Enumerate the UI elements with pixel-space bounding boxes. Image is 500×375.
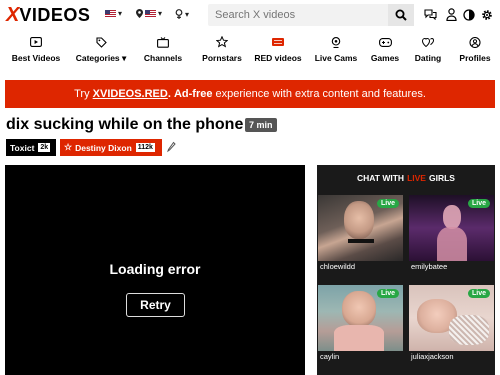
tag-icon	[95, 36, 107, 48]
nav-categories[interactable]: Categories ▾	[72, 34, 130, 68]
live-head-red: LIVE	[407, 173, 426, 183]
banner-pre: Try	[74, 88, 93, 100]
nav-label: Best Videos	[11, 53, 61, 63]
hearts-icon	[422, 36, 434, 48]
gamepad-icon	[378, 36, 392, 48]
banner-link[interactable]: XVIDEOS.RED	[93, 88, 168, 100]
live-badge: Live	[376, 289, 399, 298]
gender-selector[interactable]: ▾	[175, 9, 189, 19]
cam-name: caylin	[318, 351, 403, 363]
nav-pornstars[interactable]: Pornstars	[196, 34, 248, 68]
profiles-icon	[469, 36, 481, 48]
user-icon[interactable]	[445, 8, 458, 21]
banner-post: experience with extra content and featur…	[212, 88, 426, 100]
cam-name: emilybatee	[409, 261, 494, 273]
red-logo-icon	[272, 36, 284, 48]
nav-label: Live Cams	[314, 53, 358, 63]
nav-profiles[interactable]: Profiles	[450, 34, 500, 68]
cam-name: juliaxjackson	[409, 351, 494, 363]
webcam-icon	[331, 36, 341, 48]
main-nav: Best Videos Categories ▾ Channels Pornst…	[0, 34, 500, 68]
header: X VIDEOS ▾ ▾ ▾	[0, 0, 500, 30]
search-box	[208, 4, 388, 26]
nav-label: RED videos	[254, 53, 302, 63]
nav-label: Categories ▾	[75, 53, 127, 63]
live-badge: Live	[467, 199, 490, 208]
uploader-tag[interactable]: Toxict 2k	[6, 139, 56, 156]
search-icon	[395, 9, 407, 21]
live-cams-panel: CHAT WITH LIVE GIRLS Live chloewildd Liv…	[317, 165, 495, 375]
gear-icon[interactable]	[480, 8, 493, 21]
cam-card[interactable]: Live emilybatee	[409, 195, 494, 273]
search-button[interactable]	[388, 4, 414, 26]
nav-live-cams[interactable]: Live Cams	[308, 34, 364, 68]
female-icon	[175, 9, 183, 19]
cam-thumbnail: Live	[409, 195, 494, 261]
logo-x: X	[6, 3, 20, 26]
cam-name: chloewildd	[318, 261, 403, 273]
edit-pencil-icon[interactable]	[166, 141, 176, 153]
live-head-pre: CHAT WITH	[357, 173, 405, 183]
site-logo[interactable]: X VIDEOS	[6, 3, 91, 26]
language-selector[interactable]: ▾	[105, 9, 122, 18]
live-badge: Live	[376, 199, 399, 208]
play-icon	[30, 36, 42, 48]
chat-icon[interactable]	[424, 8, 437, 21]
us-flag-icon	[105, 9, 116, 18]
chevron-down-icon: ▾	[158, 9, 163, 18]
cam-thumbnail: Live	[318, 285, 403, 351]
model-tag[interactable]: ☆ Destiny Dixon 112k	[60, 139, 162, 156]
nav-label: Pornstars	[202, 53, 242, 63]
star-icon: ☆	[64, 142, 73, 152]
nav-label: Channels	[143, 53, 183, 63]
cam-card[interactable]: Live juliaxjackson	[409, 285, 494, 363]
live-badge: Live	[467, 289, 490, 298]
chevron-down-icon: ▾	[118, 9, 123, 18]
location-pin-icon	[136, 9, 143, 18]
live-head-post: GIRLS	[428, 173, 455, 183]
chevron-down-icon: ▾	[185, 9, 190, 19]
star-icon	[216, 36, 228, 48]
nav-channels[interactable]: Channels	[130, 34, 196, 68]
search-input[interactable]	[208, 4, 388, 26]
nav-label: Profiles	[459, 53, 491, 63]
video-player[interactable]: Loading error Retry	[5, 165, 305, 375]
model-name: Destiny Dixon	[75, 142, 132, 153]
country-selector[interactable]: ▾	[136, 9, 162, 18]
uploader-count: 2k	[38, 143, 51, 152]
cam-card[interactable]: Live chloewildd	[318, 195, 403, 273]
cam-card[interactable]: Live caylin	[318, 285, 403, 363]
duration-badge: 7 min	[245, 118, 277, 132]
contrast-icon[interactable]	[462, 8, 475, 21]
live-panel-heading[interactable]: CHAT WITH LIVE GIRLS	[317, 165, 495, 191]
us-flag-icon	[145, 9, 156, 18]
banner-bold: Ad-free	[173, 88, 213, 100]
nav-best-videos[interactable]: Best Videos	[0, 34, 72, 68]
logo-text: VIDEOS	[19, 4, 91, 25]
loading-error-text: Loading error	[109, 261, 201, 277]
nav-label: Games	[370, 53, 400, 63]
cam-thumbnail: Live	[409, 285, 494, 351]
nav-label: Dating	[414, 53, 442, 63]
red-promo-banner[interactable]: Try XVIDEOS.RED. Ad-free experience with…	[5, 80, 495, 108]
uploader-name: Toxict	[10, 142, 35, 153]
nav-red-videos[interactable]: RED videos	[248, 34, 308, 68]
retry-button[interactable]: Retry	[126, 293, 185, 317]
model-count: 112k	[135, 143, 155, 152]
video-title: dix sucking while on the phone	[6, 116, 244, 133]
tv-icon	[157, 36, 169, 48]
nav-games[interactable]: Games	[364, 34, 406, 68]
cam-thumbnail: Live	[318, 195, 403, 261]
nav-dating[interactable]: Dating	[406, 34, 450, 68]
